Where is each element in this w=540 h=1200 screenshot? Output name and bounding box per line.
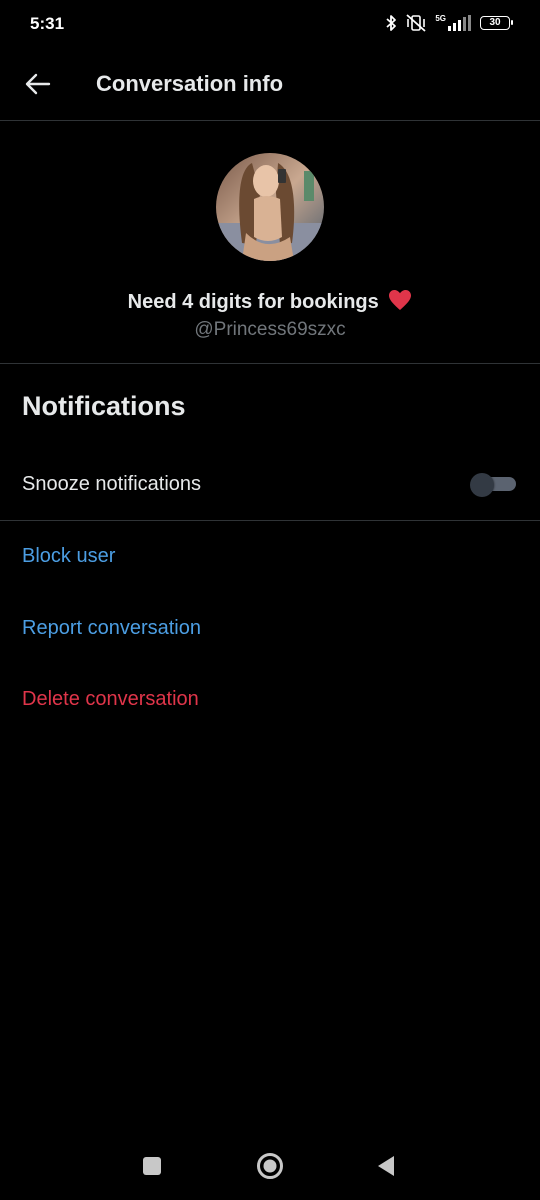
system-nav-bar <box>0 1130 540 1200</box>
battery-icon: 30 <box>480 16 513 30</box>
snooze-notifications-label: Snooze notifications <box>22 473 202 495</box>
bluetooth-icon <box>385 14 397 32</box>
status-bar: 5:31 5G 30 <box>0 0 540 50</box>
toggle-knob <box>470 473 494 497</box>
recent-apps-button[interactable] <box>134 1148 170 1184</box>
report-conversation-button[interactable]: Report conversation <box>22 617 201 640</box>
header: Conversation info <box>0 50 540 121</box>
back-button[interactable] <box>18 66 58 102</box>
notifications-heading: Notifications <box>22 391 186 421</box>
display-name-text: Need 4 digits for bookings <box>127 291 379 313</box>
snooze-notifications-row[interactable]: Snooze notifications <box>0 448 540 521</box>
red-heart-icon <box>388 289 412 317</box>
arrow-left-icon <box>25 73 51 95</box>
home-button[interactable] <box>252 1148 288 1184</box>
profile-section: Need 4 digits for bookings @Princess69sz… <box>0 121 540 364</box>
signal-5g-icon: 5G <box>435 15 472 31</box>
delete-conversation-button[interactable]: Delete conversation <box>22 688 199 711</box>
profile-handle: @Princess69szxc <box>194 319 346 340</box>
square-icon <box>143 1157 161 1175</box>
page-title: Conversation info <box>96 71 284 96</box>
avatar[interactable] <box>216 153 324 261</box>
circle-icon <box>257 1153 283 1179</box>
avatar-photo <box>216 153 324 261</box>
profile-display-name: Need 4 digits for bookings <box>0 289 540 317</box>
vibrate-off-icon <box>405 14 427 32</box>
status-time: 5:31 <box>30 14 65 33</box>
snooze-toggle[interactable] <box>470 473 516 497</box>
block-user-button[interactable]: Block user <box>22 545 115 568</box>
network-type-label: 5G <box>435 14 446 23</box>
signal-bars-icon <box>448 15 471 31</box>
triangle-icon <box>378 1156 394 1176</box>
system-back-button[interactable] <box>368 1148 404 1184</box>
status-icons: 5G 30 <box>385 14 513 32</box>
